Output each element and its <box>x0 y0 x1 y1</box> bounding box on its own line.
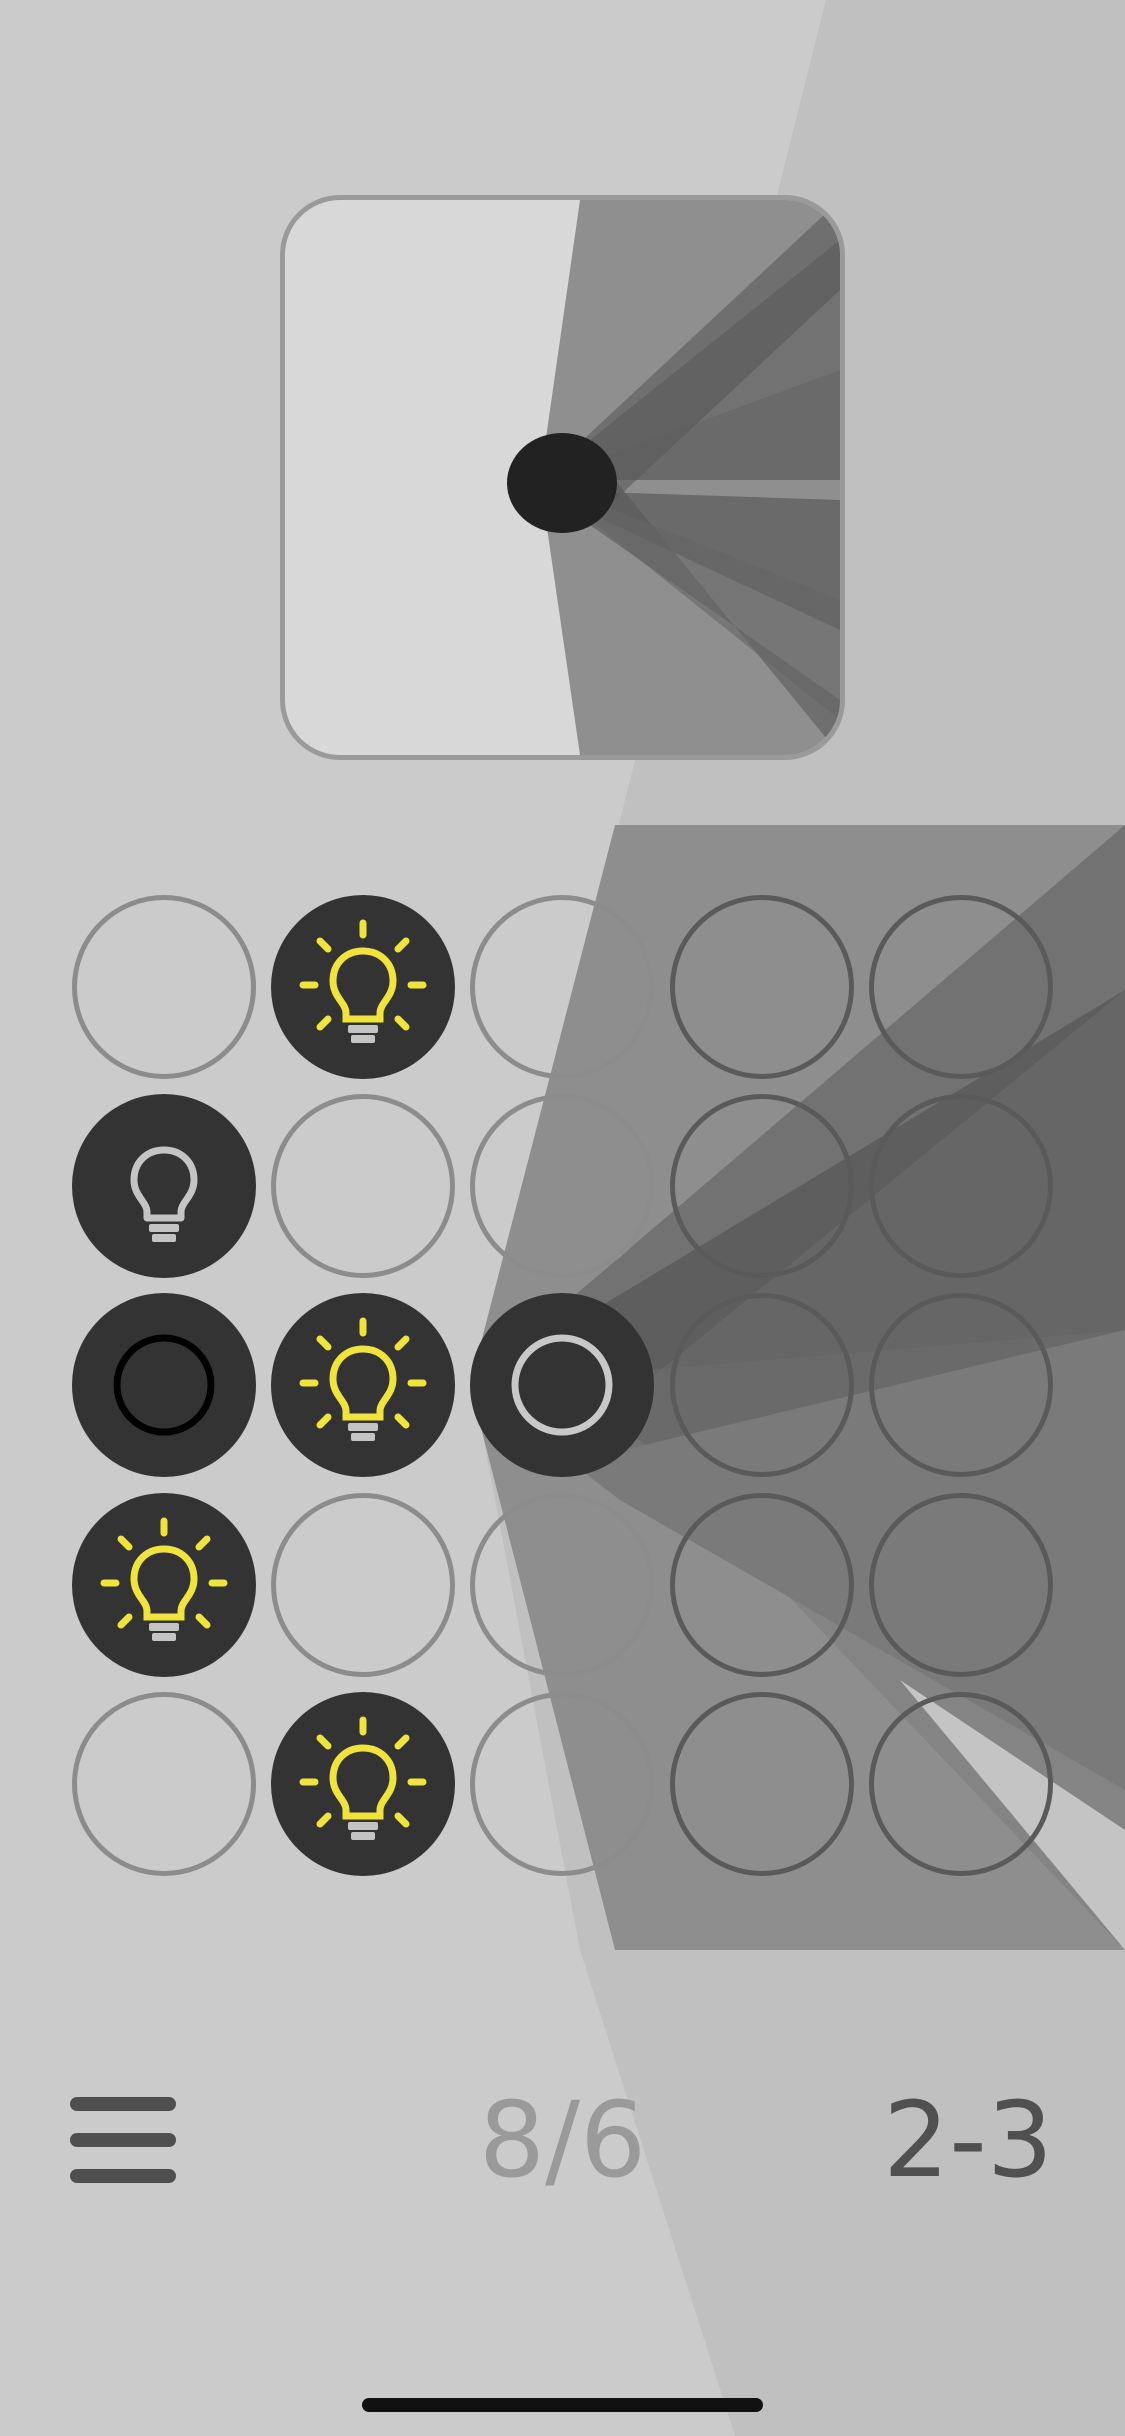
cell-r2-c2[interactable] <box>271 1094 455 1278</box>
lightbulb-on-icon <box>299 919 427 1043</box>
home-indicator[interactable] <box>362 2398 763 2412</box>
cell-r3-c3-light-source[interactable] <box>470 1293 654 1477</box>
cell-r2-c3[interactable] <box>470 1094 654 1278</box>
cell-r2-c4[interactable] <box>670 1094 854 1278</box>
menu-bar-bottom <box>70 2169 176 2183</box>
cell-r4-c4[interactable] <box>670 1493 854 1677</box>
lightbulb-on-icon <box>299 1716 427 1840</box>
ring-light-icon <box>511 1334 613 1436</box>
cell-r5-c3[interactable] <box>470 1692 654 1876</box>
hamburger-menu-icon[interactable] <box>70 2097 176 2183</box>
cell-r4-c3[interactable] <box>470 1493 654 1677</box>
lightbulb-on-icon <box>100 1517 228 1641</box>
cell-r4-c5[interactable] <box>869 1493 1053 1677</box>
moves-counter: 8/6 <box>478 2079 647 2201</box>
cell-r3-c5[interactable] <box>869 1293 1053 1477</box>
cell-r5-c4[interactable] <box>670 1692 854 1876</box>
cell-r1-c4[interactable] <box>670 895 854 1079</box>
cell-r3-c4[interactable] <box>670 1293 854 1477</box>
cell-r2-c5[interactable] <box>869 1094 1053 1278</box>
cell-r2-c1[interactable] <box>72 1094 256 1278</box>
cell-r4-c1[interactable] <box>72 1493 256 1677</box>
lightbulb-on-icon <box>299 1317 427 1441</box>
lightbulb-off-icon <box>130 1146 198 1242</box>
cell-r1-c3[interactable] <box>470 895 654 1079</box>
cell-r3-c1[interactable] <box>72 1293 256 1477</box>
cell-r4-c2[interactable] <box>271 1493 455 1677</box>
cell-r5-c2[interactable] <box>271 1692 455 1876</box>
cell-r3-c2[interactable] <box>271 1293 455 1477</box>
cell-r1-c1[interactable] <box>72 895 256 1079</box>
cell-r1-c2[interactable] <box>271 895 455 1079</box>
ring-dark-icon <box>113 1334 215 1436</box>
level-label: 2-3 <box>883 2079 1053 2201</box>
cell-r5-c1[interactable] <box>72 1692 256 1876</box>
cell-r5-c5[interactable] <box>869 1692 1053 1876</box>
menu-bar-middle <box>70 2133 176 2147</box>
cell-r1-c5[interactable] <box>869 895 1053 1079</box>
menu-bar-top <box>70 2097 176 2111</box>
